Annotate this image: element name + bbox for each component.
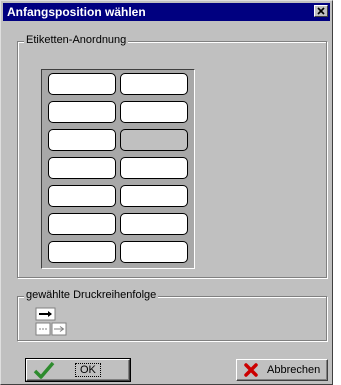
- label-cell[interactable]: [48, 101, 116, 123]
- ok-label: OK: [75, 363, 101, 377]
- cancel-x-icon: [244, 363, 258, 377]
- print-order-icon: [35, 307, 67, 336]
- close-icon: [317, 7, 325, 15]
- print-order-title: gewählte Druckreihenfolge: [24, 289, 159, 301]
- ok-button[interactable]: OK: [25, 358, 131, 382]
- checkmark-icon: [33, 361, 55, 379]
- label-cell-selected[interactable]: [120, 129, 188, 151]
- label-cell[interactable]: [120, 157, 188, 179]
- dialog-window: Anfangsposition wählen Etiketten-Anordnu…: [0, 0, 333, 385]
- close-button[interactable]: [314, 5, 328, 17]
- titlebar[interactable]: Anfangsposition wählen: [3, 3, 330, 21]
- label-cell[interactable]: [120, 101, 188, 123]
- label-cell[interactable]: [48, 241, 116, 263]
- label-cell[interactable]: [120, 213, 188, 235]
- cancel-button[interactable]: Abbrechen: [236, 359, 328, 381]
- label-cell[interactable]: [120, 241, 188, 263]
- label-cell[interactable]: [120, 73, 188, 95]
- label-cell[interactable]: [48, 185, 116, 207]
- label-arrangement-title: Etiketten-Anordnung: [24, 34, 129, 46]
- label-cell[interactable]: [48, 213, 116, 235]
- label-cell[interactable]: [120, 185, 188, 207]
- label-cell[interactable]: [48, 129, 116, 151]
- dialog-title: Anfangsposition wählen: [7, 5, 146, 19]
- label-cell[interactable]: [48, 73, 116, 95]
- label-cell[interactable]: [48, 157, 116, 179]
- label-sheet: [41, 69, 195, 269]
- cancel-label: Abbrechen: [267, 364, 321, 376]
